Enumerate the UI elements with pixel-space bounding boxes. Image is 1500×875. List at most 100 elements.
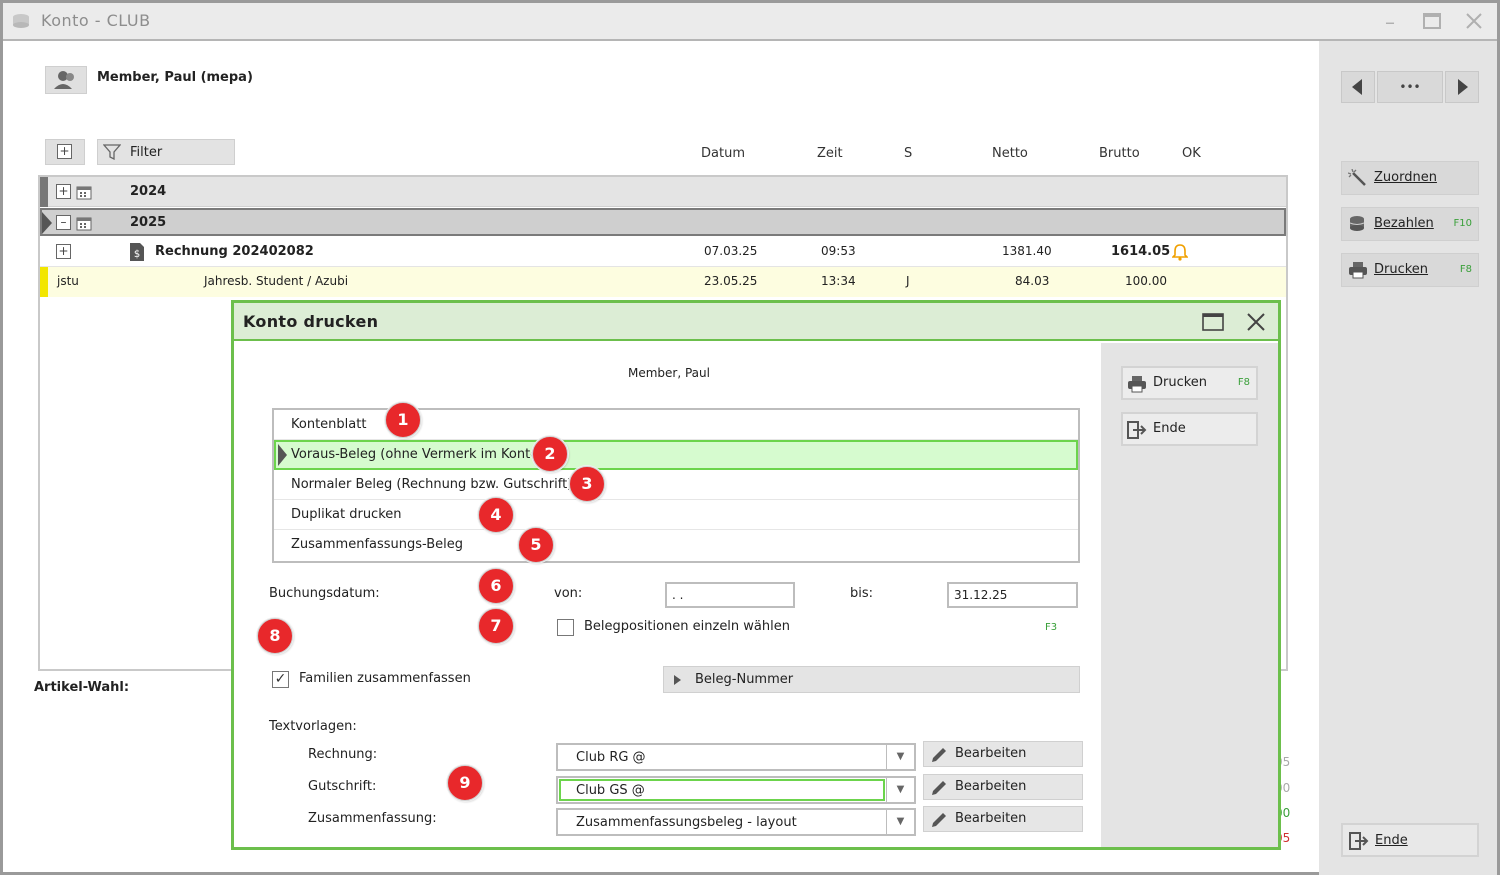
ende-label: Ende [1375,833,1408,848]
chevron-right-icon [674,675,681,685]
zusammenfassung-select[interactable]: Zusammenfassungsbeleg - layout ▼ [556,808,916,836]
prev-button[interactable] [1341,71,1375,103]
column-s[interactable]: S [904,146,912,161]
window-title: Konto - CLUB [41,11,151,30]
item-label: Jahresb. Student / Azubi [204,274,349,288]
gutschrift-bearbeiten-button[interactable]: Bearbeiten [923,774,1083,800]
zuordnen-button[interactable]: Zuordnen [1341,161,1479,195]
rechnung-label: Rechnung: [308,747,378,762]
tree-row-2024[interactable]: + 2024 [40,177,1286,207]
badge-7: 7 [478,608,514,644]
gutschrift-select[interactable]: Club GS @ ▼ [556,776,916,804]
title-bar: Konto - CLUB – [3,3,1497,41]
gutschrift-value: Club GS @ [576,783,645,798]
dialog-title: Konto drucken [243,312,379,331]
main-window: Konto - CLUB – Member, Paul (mepa) + Fil… [0,0,1500,875]
close-icon[interactable] [1463,11,1485,33]
invoice-datum: 07.03.25 [704,244,758,258]
column-brutto[interactable]: Brutto [1099,146,1140,161]
maximize-icon[interactable] [1421,11,1443,33]
einzeln-checkbox[interactable] [557,619,574,636]
filter-button[interactable]: Filter [97,139,235,165]
badge-5: 5 [518,527,554,563]
option-normaler-beleg[interactable]: Normaler Beleg (Rechnung bzw. Gutschrift… [274,470,1078,500]
printer-icon [1127,375,1147,397]
invoice-icon: $ [129,242,145,266]
invoice-label: Rechnung 202402082 [155,244,314,259]
rechnung-value: Club RG @ [576,750,646,765]
zusammenfassung-bearbeiten-button[interactable]: Bearbeiten [923,806,1083,832]
gutschrift-label: Gutschrift: [308,779,377,794]
dialog-ende-button[interactable]: Ende [1121,412,1258,446]
right-action-panel: ••• Zuordnen Bezahlen F10 Drucken F8 End… [1319,41,1497,875]
column-ok[interactable]: OK [1182,146,1201,161]
rechnung-bearbeiten-button[interactable]: Bearbeiten [923,741,1083,767]
invoice-row[interactable]: + $ Rechnung 202402082 07.03.25 09:53 13… [40,237,1286,267]
item-user: jstu [57,274,79,288]
von-date-input[interactable]: . . [665,582,795,608]
close-icon[interactable] [1246,312,1266,336]
dialog-drucken-button[interactable]: Drucken F8 [1121,366,1258,400]
exit-icon [1349,832,1369,850]
badge-3: 3 [569,466,605,502]
drucken-label: Drucken [1374,262,1429,277]
exit-icon [1127,421,1147,443]
option-duplikat[interactable]: Duplikat drucken [274,500,1078,530]
ende-button[interactable]: Ende [1341,823,1479,857]
selected-arrow-icon [278,444,287,466]
einzeln-label: Belegpositionen einzeln wählen [584,619,790,634]
option-voraus-beleg[interactable]: Voraus-Beleg (ohne Vermerk im Konto) [274,440,1078,470]
add-button[interactable]: + [45,139,85,165]
maximize-icon[interactable] [1202,312,1224,336]
buchungsdatum-label: Buchungsdatum: [269,586,380,601]
artikel-wahl-label: Artikel-Wahl: [34,680,130,695]
tree-row-2025[interactable]: – 2025 [40,208,1286,236]
item-zeit: 13:34 [821,274,856,288]
more-button[interactable]: ••• [1377,71,1443,103]
member-avatar-icon[interactable] [45,66,87,94]
print-dialog: Konto drucken Member, Paul Kontenblatt V… [231,300,1281,850]
expand-icon[interactable]: + [56,244,71,259]
drucken-button[interactable]: Drucken F8 [1341,253,1479,287]
bezahlen-button[interactable]: Bezahlen F10 [1341,207,1479,241]
zusammenfassung-label: Zusammenfassung: [308,811,437,826]
expand-icon[interactable]: + [56,184,71,199]
item-row[interactable]: jstu Jahresb. Student / Azubi 23.05.25 1… [40,267,1286,297]
printer-icon [1348,261,1368,279]
svg-text:$: $ [134,249,140,260]
item-s: J [906,274,910,288]
minimize-icon[interactable]: – [1379,11,1401,33]
chevron-down-icon[interactable]: ▼ [886,810,914,834]
pencil-icon [929,745,949,765]
dialog-member-name: Member, Paul [628,366,710,380]
rechnung-select[interactable]: Club RG @ ▼ [556,743,916,771]
badge-8: 8 [257,618,293,654]
von-label: von: [554,586,583,601]
beleg-nummer-expander[interactable]: Beleg-Nummer [663,666,1080,693]
invoice-netto: 1381.40 [1002,244,1052,258]
column-zeit[interactable]: Zeit [817,146,843,161]
bis-date-input[interactable]: 31.12.25 [947,582,1078,608]
bell-icon [1171,243,1189,265]
chevron-down-icon[interactable]: ▼ [886,778,914,802]
column-netto[interactable]: Netto [992,146,1028,161]
column-datum[interactable]: Datum [701,146,745,161]
next-button[interactable] [1445,71,1479,103]
magic-wand-icon [1347,168,1368,187]
textvorlagen-label: Textvorlagen: [269,719,357,734]
year-label: 2024 [130,184,167,199]
row-marker [40,177,48,207]
familien-label: Familien zusammenfassen [299,671,471,686]
familien-checkbox[interactable]: ✓ [272,671,289,688]
chevron-down-icon[interactable]: ▼ [886,745,914,769]
collapse-icon[interactable]: – [56,215,71,230]
bis-label: bis: [850,586,874,601]
invoice-brutto: 1614.05 [1111,244,1171,259]
dialog-title-bar: Konto drucken [234,303,1278,341]
dialog-action-panel: Drucken F8 Ende [1101,343,1278,847]
item-netto: 84.03 [1015,274,1050,288]
row-marker [40,267,48,297]
item-brutto: 100.00 [1125,274,1167,288]
badge-1: 1 [385,402,421,438]
option-zusammenfassung[interactable]: Zusammenfassungs-Beleg [274,530,1078,560]
